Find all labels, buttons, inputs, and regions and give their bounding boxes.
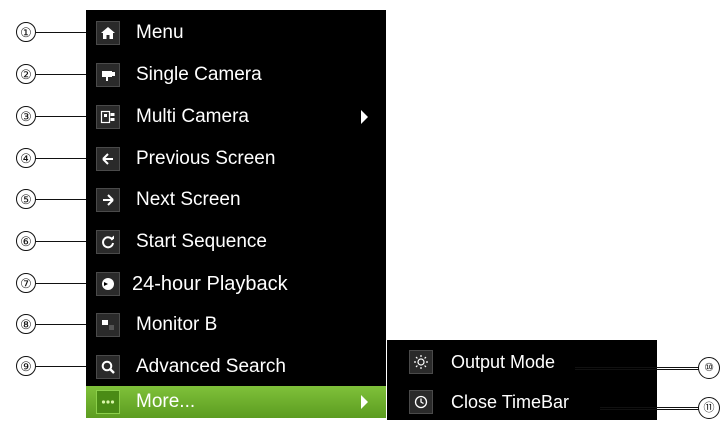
submenu-arrow-icon	[361, 110, 368, 124]
menu-item-label: 24-hour Playback	[132, 272, 288, 295]
menu-item-start-sequence[interactable]: Start Sequence	[86, 221, 386, 263]
brightness-icon	[409, 350, 433, 374]
menu-item-label: More...	[136, 391, 196, 412]
menu-item-previous-screen[interactable]: Previous Screen	[86, 138, 386, 180]
callout-4: ④	[16, 148, 36, 168]
menu-item-advanced-search[interactable]: Advanced Search	[86, 346, 386, 388]
monitor-icon	[96, 313, 120, 337]
menu-item-label: Multi Camera	[136, 106, 249, 127]
callout-1: ①	[16, 22, 36, 42]
callout-6: ⑥	[16, 231, 36, 251]
submenu-item-output-mode[interactable]: Output Mode	[387, 342, 657, 382]
menu-item-label: Previous Screen	[136, 148, 276, 169]
menu-item-next-screen[interactable]: Next Screen	[86, 179, 386, 221]
submenu-item-label: Output Mode	[451, 351, 556, 372]
home-icon	[96, 21, 120, 45]
arrow-left-icon	[96, 147, 120, 171]
callout-3: ③	[16, 106, 36, 126]
callout-7: ⑦	[16, 273, 36, 293]
menu-item-monitor-b[interactable]: Monitor B	[86, 304, 386, 346]
arrow-right-icon	[96, 188, 120, 212]
callout-9: ⑨	[16, 356, 36, 376]
multi-camera-icon	[96, 105, 120, 129]
submenu-item-close-timebar[interactable]: Close TimeBar	[387, 382, 657, 422]
menu-item-label: Monitor B	[136, 314, 218, 335]
menu-item-label: Advanced Search	[136, 356, 286, 377]
refresh-icon	[96, 230, 120, 254]
menu-item-24-hour-playback[interactable]: 24-hour Playback	[86, 263, 386, 305]
menu-item-single-camera[interactable]: Single Camera	[86, 54, 386, 96]
menu-item-multi-camera[interactable]: Multi Camera	[86, 96, 386, 138]
search-icon	[96, 355, 120, 379]
callout-2: ②	[16, 64, 36, 84]
menu-item-label: Next Screen	[136, 189, 241, 210]
callout-11: ⑪	[698, 397, 720, 419]
menu-item-label: Menu	[136, 22, 184, 43]
callout-5: ⑤	[16, 189, 36, 209]
playback-icon	[96, 272, 120, 296]
more-icon	[96, 390, 120, 414]
context-menu: Menu Single Camera Multi Camera Previous…	[86, 10, 386, 418]
leader-line-10	[575, 367, 699, 370]
callout-8: ⑧	[16, 314, 36, 334]
menu-item-label: Single Camera	[136, 64, 262, 85]
clock-icon	[409, 390, 433, 414]
menu-item-more[interactable]: More...	[86, 386, 386, 418]
callout-10: ⑩	[698, 357, 720, 379]
menu-item-menu[interactable]: Menu	[86, 12, 386, 54]
camera-icon	[96, 63, 120, 87]
leader-line-11	[600, 407, 699, 410]
submenu-item-label: Close TimeBar	[451, 391, 570, 412]
submenu-arrow-icon	[361, 395, 368, 409]
menu-item-label: Start Sequence	[136, 231, 267, 252]
